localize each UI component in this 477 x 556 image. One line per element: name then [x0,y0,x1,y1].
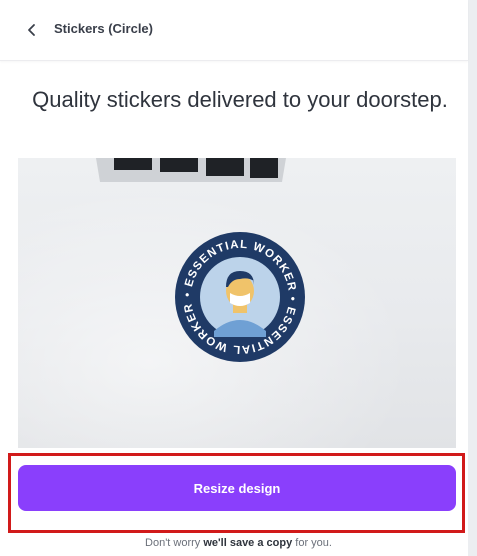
footnote-bold: we'll save a copy [203,537,293,549]
promo-headline: Quality stickers delivered to your doors… [32,87,448,112]
footnote-text: Don't worry [145,537,204,549]
laptop-edge-graphic [96,158,286,182]
essential-worker-sticker: • ESSENTIAL WORKER • ESSENTIAL WORKER [175,232,305,362]
sticker-product-panel: Stickers (Circle) Quality stickers deliv… [0,0,477,556]
back-button[interactable] [20,18,44,42]
chevron-left-icon [28,24,35,36]
save-copy-note: Don't worry we'll save a copy for you. [0,537,477,549]
footnote-end: for you. [292,537,332,549]
page-title: Stickers (Circle) [54,21,153,36]
panel-header: Stickers (Circle) [0,0,468,61]
resize-design-button[interactable]: Resize design [18,465,456,511]
scrollbar-track[interactable] [468,0,477,556]
product-photo: • ESSENTIAL WORKER • ESSENTIAL WORKER [18,158,456,448]
